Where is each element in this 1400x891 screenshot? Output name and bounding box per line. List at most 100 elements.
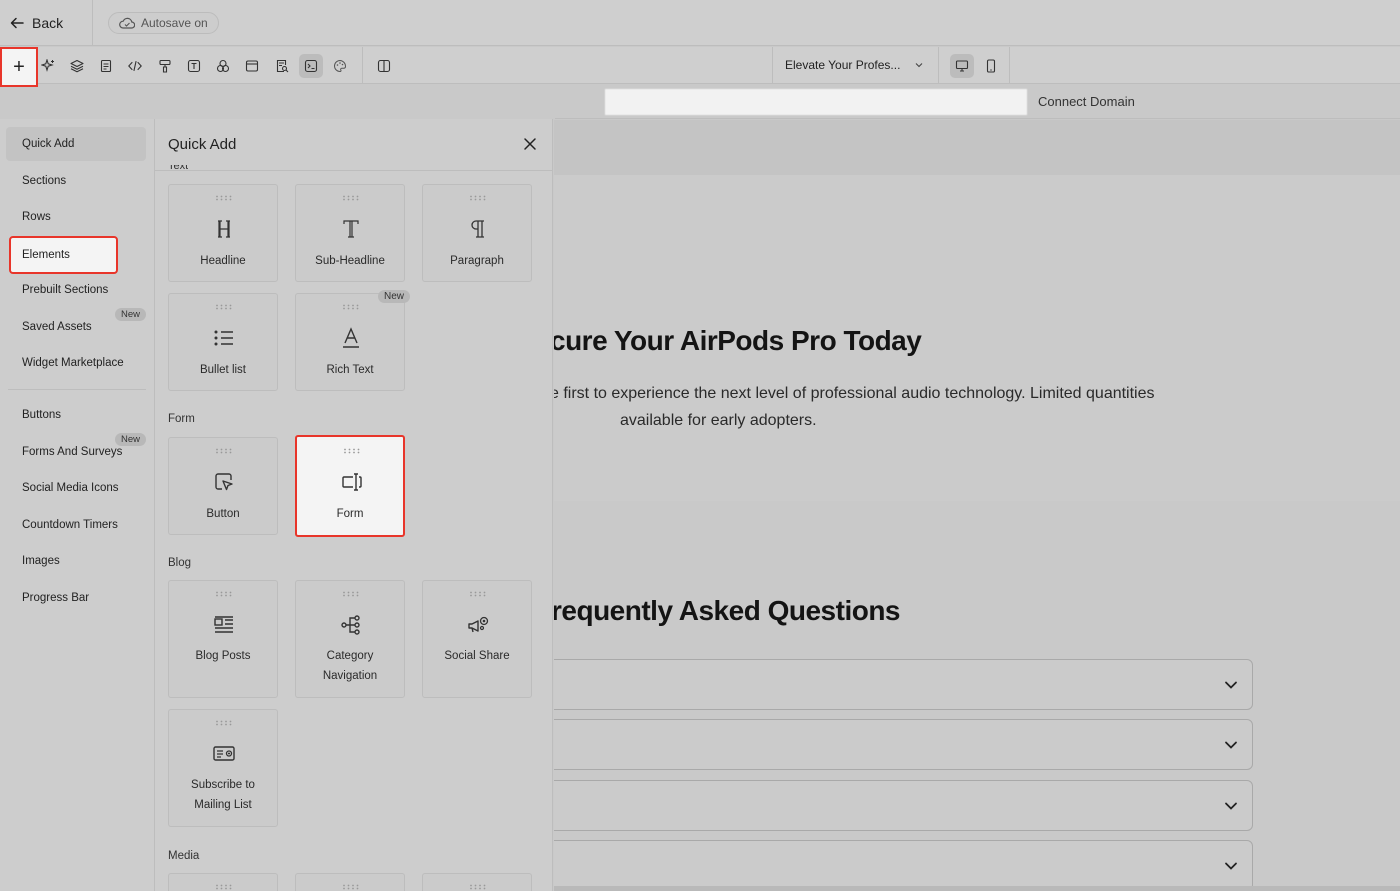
panel-title: Quick Add bbox=[168, 136, 237, 153]
divider bbox=[1009, 47, 1010, 83]
nav-item-elements[interactable]: Elements bbox=[9, 236, 118, 274]
tile-label: Button bbox=[206, 508, 240, 520]
tile-button[interactable]: Button bbox=[168, 437, 278, 535]
sparkle-icon[interactable] bbox=[36, 54, 60, 78]
drag-handle-icon bbox=[343, 195, 359, 201]
new-badge: New bbox=[114, 433, 146, 446]
tile-label: Social Share bbox=[444, 650, 510, 662]
nav-item-label: Elements bbox=[22, 249, 70, 261]
nav-item-label: Sections bbox=[22, 175, 67, 187]
quick-add-panel: Quick Add Text Headline Sub-Headline Par… bbox=[155, 119, 553, 891]
drag-handle-icon bbox=[216, 195, 232, 201]
columns-icon[interactable] bbox=[372, 54, 396, 78]
new-badge: New bbox=[114, 308, 146, 321]
add-element-button[interactable]: + bbox=[0, 47, 38, 87]
sub-headline-icon bbox=[343, 220, 359, 238]
tile-category-navigation[interactable]: Category Navigation bbox=[295, 580, 405, 698]
drag-handle-icon bbox=[470, 884, 486, 890]
drag-handle-icon bbox=[343, 884, 359, 890]
paint-roller-icon[interactable] bbox=[153, 54, 177, 78]
tile-bullet-list[interactable]: Bullet list bbox=[168, 293, 278, 391]
form-input-icon bbox=[342, 473, 362, 491]
tile-form[interactable]: Form bbox=[295, 435, 405, 537]
close-icon[interactable] bbox=[523, 137, 537, 151]
domain-bar: Connect Domain bbox=[555, 85, 1400, 119]
divider bbox=[8, 389, 146, 390]
headline-icon bbox=[218, 220, 230, 238]
hero-text[interactable]: available for early adopters. bbox=[620, 412, 817, 430]
window-icon[interactable] bbox=[240, 54, 264, 78]
tile-media-1[interactable] bbox=[168, 873, 278, 891]
drag-handle-icon bbox=[470, 195, 486, 201]
mailing-list-icon bbox=[213, 746, 235, 761]
section-label-media: Media bbox=[168, 850, 200, 862]
nav-item-label: Rows bbox=[22, 211, 51, 223]
nav-item-progress-bar[interactable]: Progress Bar bbox=[6, 581, 146, 615]
tile-social-share[interactable]: Social Share bbox=[422, 580, 532, 698]
tile-rich-text[interactable]: Rich Text New bbox=[295, 290, 410, 391]
drag-handle-icon bbox=[344, 448, 360, 454]
nav-item-label: Forms And Surveys bbox=[22, 446, 123, 458]
shapes-icon[interactable] bbox=[211, 54, 235, 78]
panel-header: Quick Add bbox=[155, 119, 552, 171]
tile-label: Navigation bbox=[322, 670, 378, 682]
tile-headline[interactable]: Headline bbox=[168, 184, 278, 282]
nav-item-quick-add[interactable]: Quick Add bbox=[6, 127, 146, 161]
nav-item-social-media-icons[interactable]: Social Media Icons bbox=[6, 471, 146, 505]
nav-item-prebuilt-sections[interactable]: Prebuilt Sections bbox=[6, 273, 146, 307]
tile-media-2[interactable] bbox=[295, 873, 405, 891]
drag-handle-icon bbox=[216, 591, 232, 597]
drag-handle-icon bbox=[343, 304, 359, 310]
faq-title[interactable]: requently Asked Questions bbox=[554, 595, 901, 627]
hero-text[interactable]: e first to experience the next level of … bbox=[554, 385, 1155, 403]
nav-item-label: Widget Marketplace bbox=[22, 357, 124, 369]
faq-item[interactable] bbox=[554, 840, 1253, 891]
chevron-down-icon bbox=[1225, 862, 1237, 870]
nav-item-rows[interactable]: Rows bbox=[6, 200, 146, 234]
hero-section[interactable]: cure Your AirPods Pro Today e first to e… bbox=[554, 175, 1400, 501]
tile-label: Rich Text bbox=[326, 364, 374, 376]
drag-handle-icon bbox=[216, 448, 232, 454]
faq-item[interactable] bbox=[554, 659, 1253, 710]
search-doc-icon[interactable] bbox=[270, 54, 294, 78]
nav-item-images[interactable]: Images bbox=[6, 544, 146, 578]
terminal-icon[interactable] bbox=[299, 54, 323, 78]
drag-handle-icon bbox=[343, 591, 359, 597]
nav-item-buttons[interactable]: Buttons bbox=[6, 398, 146, 432]
hero-top-band bbox=[554, 120, 1400, 175]
tile-sub-headline[interactable]: Sub-Headline bbox=[295, 184, 405, 282]
code-icon[interactable] bbox=[123, 54, 147, 78]
nav-item-forms-and-surveys[interactable]: Forms And Surveys New bbox=[6, 433, 146, 469]
autosave-label: Autosave on bbox=[141, 16, 208, 30]
mobile-icon[interactable] bbox=[979, 54, 1003, 78]
nav-item-saved-assets[interactable]: Saved Assets New bbox=[6, 308, 146, 344]
nav-item-sections[interactable]: Sections bbox=[6, 164, 146, 198]
new-badge: New bbox=[377, 290, 410, 303]
nav-item-countdown-timers[interactable]: Countdown Timers bbox=[6, 508, 146, 542]
tile-subscribe-mailing-list[interactable]: Subscribe to Mailing List bbox=[168, 709, 278, 827]
url-field[interactable] bbox=[605, 89, 1027, 115]
hero-title[interactable]: cure Your AirPods Pro Today bbox=[554, 325, 922, 357]
page-icon[interactable] bbox=[94, 54, 118, 78]
divider bbox=[362, 47, 363, 83]
nav-item-widget-marketplace[interactable]: Widget Marketplace bbox=[6, 346, 146, 380]
back-button[interactable]: Back bbox=[10, 12, 63, 34]
canvas-scroll-edge bbox=[554, 886, 1400, 891]
connect-domain-link[interactable]: Connect Domain bbox=[1038, 94, 1135, 109]
palette-icon[interactable] bbox=[328, 54, 352, 78]
text-box-icon[interactable] bbox=[182, 54, 206, 78]
desktop-icon[interactable] bbox=[950, 54, 974, 78]
tile-media-3[interactable] bbox=[422, 873, 532, 891]
blog-posts-icon bbox=[214, 616, 233, 633]
megaphone-icon bbox=[468, 616, 489, 633]
faq-section[interactable]: requently Asked Questions bbox=[554, 501, 1400, 891]
tile-paragraph[interactable]: Paragraph bbox=[422, 184, 532, 282]
chevron-down-icon bbox=[1225, 681, 1237, 689]
tile-blog-posts[interactable]: Blog Posts bbox=[168, 580, 278, 698]
autosave-badge[interactable]: Autosave on bbox=[108, 12, 219, 34]
nav-item-label: Buttons bbox=[22, 409, 61, 421]
layers-icon[interactable] bbox=[65, 54, 89, 78]
faq-item[interactable] bbox=[554, 719, 1253, 770]
page-select[interactable]: Elevate Your Profes... bbox=[772, 47, 939, 83]
faq-item[interactable] bbox=[554, 780, 1253, 831]
